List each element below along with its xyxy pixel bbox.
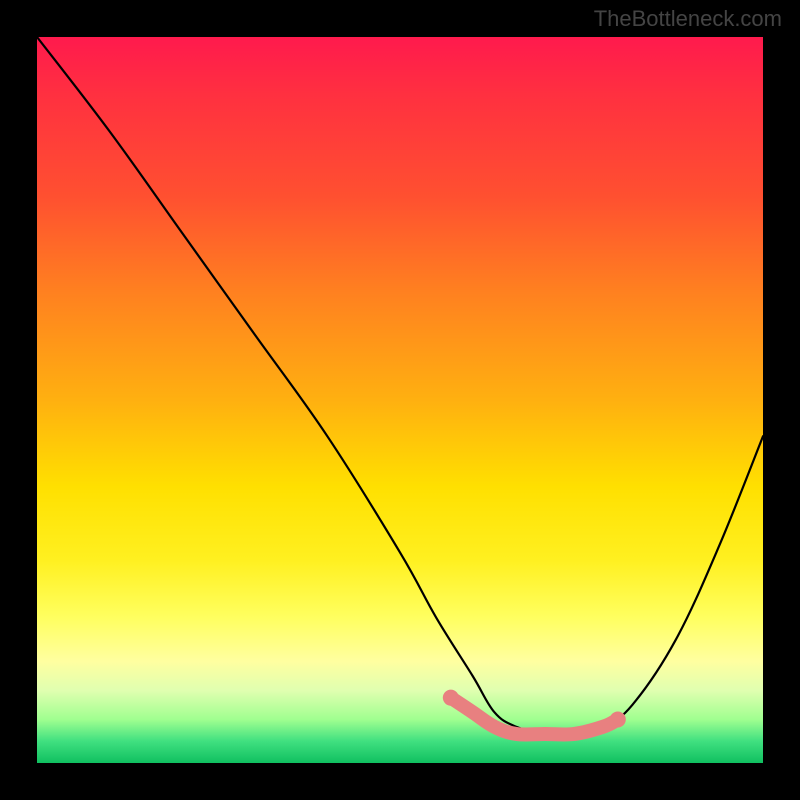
optimal-range-highlight: [451, 698, 618, 735]
highlight-dot-right: [610, 711, 626, 727]
chart-container: TheBottleneck.com: [0, 0, 800, 800]
bottleneck-curve: [37, 37, 763, 735]
curve-layer: [37, 37, 763, 763]
watermark-text: TheBottleneck.com: [594, 6, 782, 32]
highlight-dot-left: [443, 690, 459, 706]
plot-area: [37, 37, 763, 763]
